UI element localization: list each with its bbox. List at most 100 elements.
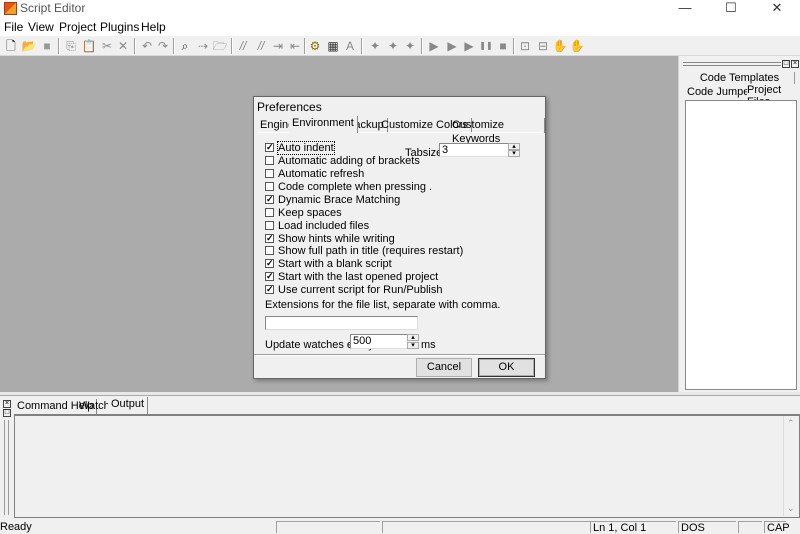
checkbox[interactable]	[265, 169, 274, 178]
bottom-close-button[interactable]: ×	[3, 400, 11, 408]
bookmark-icon[interactable]: ✦	[367, 38, 383, 54]
minimize-button[interactable]: —	[662, 0, 708, 18]
redo-icon[interactable]: ↷	[155, 38, 171, 54]
scroll-up-icon[interactable]: ⌃	[787, 418, 795, 429]
toolbar: 🗋 📂 ■ ⎘ 📋 ✂ ✕ ↶ ↷ ⌕ ⇢ 🗁 // // ⇥ ⇤ ⚙ ▦ A …	[0, 36, 800, 56]
menu-view[interactable]: View	[28, 20, 54, 34]
output-scrollbar[interactable]: ⌃ ⌄	[783, 416, 799, 516]
close-button[interactable]: ✕	[754, 0, 800, 18]
breakpoint-icon[interactable]: ⊡	[517, 38, 533, 54]
watches-spin-up[interactable]: ▴	[407, 334, 419, 341]
update-watches-unit: ms	[421, 339, 436, 351]
menu-project[interactable]: Project	[59, 20, 96, 34]
run-icon[interactable]: ▶	[426, 38, 442, 54]
checkbox[interactable]	[265, 156, 274, 165]
outdent-icon[interactable]: ⇤	[287, 38, 303, 54]
indent-icon[interactable]: ⇥	[270, 38, 286, 54]
stop-icon[interactable]: ■	[495, 38, 511, 54]
option-label: Code complete when pressing .	[278, 181, 433, 193]
find-icon[interactable]: ⌕	[177, 38, 193, 54]
checkbox[interactable]: ✓	[265, 234, 274, 243]
hand-icon[interactable]: ✋	[552, 38, 568, 54]
toolbar-separator	[421, 38, 423, 54]
checkbox[interactable]: ✓	[265, 259, 274, 268]
panel-grip[interactable]	[683, 62, 781, 66]
new-file-icon[interactable]: 🗋	[3, 38, 19, 54]
caps-indicator: CAP	[764, 521, 790, 534]
checkbox[interactable]: ✓	[265, 143, 274, 152]
menu-help[interactable]: Help	[141, 20, 166, 34]
watches-spin-down[interactable]: ▾	[407, 342, 419, 349]
status-pane-empty	[382, 521, 590, 533]
step-icon[interactable]: ▶	[444, 38, 460, 54]
checkbox[interactable]: ✓	[265, 285, 274, 294]
bottom-panel: × □ Command Help Watch Output ⌃ ⌄	[0, 396, 800, 520]
checkbox[interactable]	[265, 208, 274, 217]
font-icon[interactable]: A	[342, 38, 358, 54]
checkbox[interactable]	[265, 246, 274, 255]
line-ending: DOS	[678, 521, 736, 534]
find-in-files-icon[interactable]: 🗁	[212, 38, 228, 54]
option-label: Dynamic Brace Matching	[278, 194, 401, 206]
dialog-divider	[254, 354, 545, 356]
tabsize-spin-up[interactable]: ▴	[508, 143, 520, 150]
output-area[interactable]: ⌃ ⌄	[14, 414, 800, 518]
cancel-button[interactable]: Cancel	[416, 358, 472, 377]
status-pane-empty	[276, 521, 380, 533]
ok-button[interactable]: OK	[478, 358, 535, 377]
checkbox[interactable]	[265, 182, 274, 191]
paste-icon[interactable]: 📋	[81, 38, 97, 54]
step-over-icon[interactable]: ▶	[461, 38, 477, 54]
undo-icon[interactable]: ↶	[139, 38, 155, 54]
tabsize-spin-down[interactable]: ▾	[508, 150, 520, 157]
option-label: Use current script for Run/Publish	[278, 284, 443, 296]
preferences-dialog: Preferences Engine Environment Backup Cu…	[253, 96, 546, 379]
menu-bar: File View Project Plugins Help	[0, 18, 800, 36]
find-next-icon[interactable]: ⇢	[195, 38, 211, 54]
properties-icon[interactable]: ▦	[325, 38, 341, 54]
tab-code-jumper[interactable]: Code Jumper	[687, 86, 753, 98]
panel-restore-button[interactable]: □	[782, 60, 790, 68]
checkbox[interactable]: ✓	[265, 272, 274, 281]
status-message: Ready	[0, 521, 32, 533]
checkbox[interactable]	[265, 221, 274, 230]
maximize-button[interactable]: ☐	[708, 0, 754, 18]
pause-icon[interactable]: ❚❚	[478, 38, 494, 54]
prev-bookmark-icon[interactable]: ✦	[402, 38, 418, 54]
tabsize-input[interactable]: 3	[439, 143, 509, 157]
comment-icon[interactable]: //	[235, 38, 251, 54]
extensions-input[interactable]	[265, 316, 418, 330]
hand-clear-icon[interactable]: ✋	[569, 38, 585, 54]
toolbar-separator	[361, 38, 363, 54]
menu-plugins[interactable]: Plugins	[100, 20, 139, 34]
update-watches-input[interactable]: 500	[350, 334, 408, 349]
status-bar: Ready Ln 1, Col 1 DOS CAP	[0, 520, 800, 534]
open-folder-icon[interactable]: 📂	[21, 38, 37, 54]
menu-file[interactable]: File	[4, 20, 23, 34]
uncomment-icon[interactable]: //	[253, 38, 269, 54]
cut-icon[interactable]: ✂	[99, 38, 115, 54]
save-icon[interactable]: ■	[39, 38, 55, 54]
option-label: Start with the last opened project	[278, 271, 439, 283]
copy-icon[interactable]: ⎘	[63, 38, 79, 54]
scroll-down-icon[interactable]: ⌄	[787, 503, 795, 514]
bottom-grip[interactable]	[4, 420, 9, 515]
toolbar-separator	[513, 38, 515, 54]
project-files-list[interactable]	[685, 100, 797, 390]
option-label: Show hints while writing	[278, 233, 395, 245]
toolbar-separator	[304, 38, 306, 54]
next-bookmark-icon[interactable]: ✦	[385, 38, 401, 54]
tab-output[interactable]: Output	[108, 397, 149, 414]
title-bar: Script Editor — ☐ ✕	[0, 0, 800, 18]
tab-environment[interactable]: Environment	[289, 116, 358, 133]
tab-customize-keywords[interactable]: Customize Keywords	[449, 118, 545, 145]
tab-project-files[interactable]: Project Files	[747, 84, 797, 108]
watch-icon[interactable]: ⊟	[535, 38, 551, 54]
checkbox[interactable]: ✓	[265, 195, 274, 204]
delete-icon[interactable]: ✕	[115, 38, 131, 54]
bottom-restore-button[interactable]: □	[3, 409, 11, 417]
option-label: Automatic refresh	[278, 168, 365, 180]
plugin-icon[interactable]: ⚙	[307, 38, 323, 54]
panel-close-button[interactable]: ×	[791, 60, 799, 68]
window-title: Script Editor	[20, 1, 86, 15]
